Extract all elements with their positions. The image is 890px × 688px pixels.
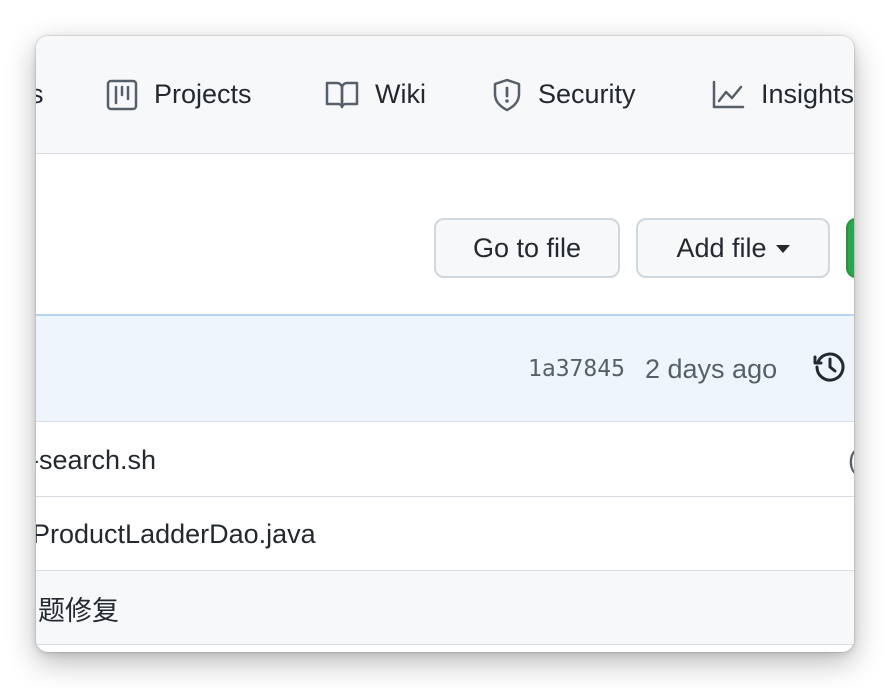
file-row: -search.sh ( xyxy=(36,423,854,497)
project-board-icon xyxy=(106,79,138,110)
history-icon[interactable] xyxy=(812,349,848,385)
nav-item-insights-label: Insights xyxy=(761,79,854,109)
file-row: ProductLadderDao.java xyxy=(36,497,854,571)
nav-item-projects[interactable]: Projects xyxy=(106,36,252,153)
nav-item-security-label: Security xyxy=(538,79,636,109)
nav-item-insights[interactable]: Insights xyxy=(711,36,854,153)
file-actions: Go to file Add file xyxy=(36,154,854,314)
commit-time: 2 days ago xyxy=(645,353,778,384)
commit-message-link[interactable]: 题修复 xyxy=(38,571,119,645)
file-row-trailing-text: ( xyxy=(848,423,854,497)
code-button[interactable] xyxy=(846,218,854,278)
add-file-label: Add file xyxy=(676,232,767,263)
nav-item-wiki-label: Wiki xyxy=(375,79,426,109)
nav-item-projects-label: Projects xyxy=(154,79,252,109)
nav-item-security[interactable]: Security xyxy=(492,36,636,153)
nav-item-partial-label: s xyxy=(36,79,44,110)
file-name-link[interactable]: ProductLadderDao.java xyxy=(36,497,316,571)
go-to-file-label: Go to file xyxy=(472,232,582,263)
graph-icon xyxy=(712,80,745,108)
add-file-button[interactable]: Add file xyxy=(636,218,830,278)
commit-sha-link[interactable]: 1a37845 xyxy=(528,316,625,422)
caret-down-icon xyxy=(775,245,790,253)
file-name-link[interactable]: -search.sh xyxy=(36,423,156,497)
browser-window: s Projects Wiki Security xyxy=(36,36,854,652)
latest-commit-bar: 1a37845 2 days ago xyxy=(36,314,854,422)
nav-item-wiki[interactable]: Wiki xyxy=(325,36,426,153)
repo-nav: s Projects Wiki Security xyxy=(36,36,854,154)
nav-item-partial[interactable]: s xyxy=(36,36,44,153)
file-row: 题修复 xyxy=(36,571,854,645)
book-icon xyxy=(325,81,359,108)
go-to-file-button[interactable]: Go to file xyxy=(434,218,620,278)
shield-icon xyxy=(493,78,521,111)
